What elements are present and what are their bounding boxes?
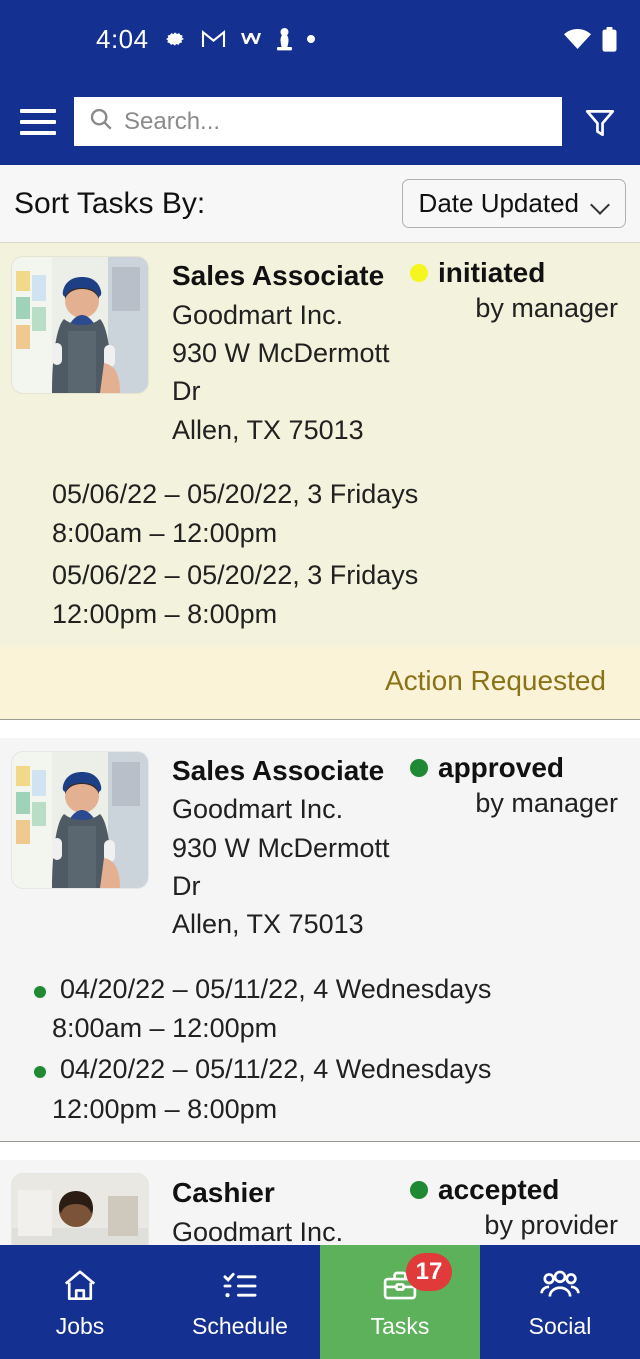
schedule-times: 8:00am – 12:00pm	[52, 518, 278, 549]
sort-label: Sort Tasks By:	[14, 186, 206, 220]
job-thumbnail	[12, 751, 148, 888]
task-card-header: Sales Associate Goodmart Inc. 930 W McDerm…	[0, 243, 640, 453]
action-requested-label: Action Requested	[384, 664, 606, 696]
schedule-dates: 05/06/22 – 05/20/22, 3 Fridays	[52, 559, 419, 590]
task-card-status: initiated by manager	[410, 257, 624, 449]
schedule-times: 8:00am – 12:00pm	[52, 1012, 278, 1043]
schedule-date-row: 05/06/22 – 05/20/22, 3 Fridays	[16, 556, 624, 595]
status-bar-clock: 4:04	[96, 23, 149, 54]
status-actor: by manager	[475, 293, 618, 323]
bottom-navigation: Jobs Schedule 17 Tasks Social	[0, 1245, 640, 1359]
job-title: Sales Associate	[172, 260, 385, 291]
hamburger-menu-icon[interactable]	[16, 98, 60, 146]
task-card-details: Sales Associate Goodmart Inc. 930 W McDerm…	[172, 257, 624, 449]
nav-label-social: Social	[528, 1312, 592, 1339]
tasks-badge: 17	[406, 1252, 452, 1291]
home-icon	[60, 1265, 100, 1307]
card-gap	[0, 719, 640, 738]
status-badge: accepted	[410, 1174, 624, 1206]
battery-icon	[601, 26, 618, 52]
nav-label-jobs: Jobs	[55, 1312, 105, 1339]
status-label: initiated	[438, 257, 546, 288]
search-input[interactable]	[124, 107, 548, 136]
address-line-1: 930 W McDermott Dr	[172, 832, 390, 901]
schedule-item: 04/20/22 – 05/11/22, 4 Wednesdays 8:00am …	[16, 970, 624, 1049]
schedule-date-row: 05/06/22 – 05/20/22, 3 Fridays	[16, 475, 624, 514]
job-title: Sales Associate	[172, 754, 385, 786]
schedule-times: 12:00pm – 8:00pm	[52, 599, 278, 630]
schedule-block: 04/20/22 – 05/11/22, 4 Wednesdays 8:00am …	[0, 948, 640, 1142]
task-list[interactable]: Sales Associate Goodmart Inc. 930 W McDerm…	[0, 243, 640, 1301]
filter-funnel-icon[interactable]	[576, 98, 624, 146]
task-card-left: Sales Associate Goodmart Inc. 930 W McDerm…	[172, 257, 402, 449]
organization-name: Goodmart Inc.	[172, 299, 344, 330]
card-gap	[0, 1142, 640, 1161]
schedule-item: 04/20/22 – 05/11/22, 4 Wednesdays 12:00pm…	[16, 1050, 624, 1129]
briefcase-icon: 17	[380, 1252, 452, 1307]
status-badge: approved	[410, 752, 624, 784]
gmail-icon	[201, 29, 226, 49]
status-dot-icon	[410, 264, 428, 282]
status-bar-right	[564, 26, 618, 52]
schedule-date-row: 04/20/22 – 05/11/22, 4 Wednesdays	[16, 970, 624, 1009]
schedule-date-row: 04/20/22 – 05/11/22, 4 Wednesdays	[16, 1050, 624, 1089]
nav-label-tasks: Tasks	[370, 1312, 430, 1339]
task-card[interactable]: Sales Associate Goodmart Inc. 930 W McDerm…	[0, 243, 640, 719]
schedule-dates: 05/06/22 – 05/20/22, 3 Fridays	[52, 478, 419, 509]
task-card[interactable]: Sales Associate Goodmart Inc. 930 W McDerm…	[0, 737, 640, 1142]
nav-item-schedule[interactable]: Schedule	[160, 1245, 320, 1359]
search-icon	[88, 106, 114, 137]
task-card-status: approved by manager	[410, 752, 624, 944]
wifi-icon	[564, 28, 591, 50]
address-line-1: 930 W McDermott Dr	[172, 337, 390, 407]
w-app-icon	[240, 31, 262, 47]
schedule-dates: 04/20/22 – 05/11/22, 4 Wednesdays	[60, 973, 492, 1004]
gear-icon	[163, 27, 187, 51]
people-group-icon	[539, 1265, 581, 1307]
nav-label-schedule: Schedule	[192, 1312, 288, 1339]
action-requested-band[interactable]: Action Requested	[0, 646, 640, 719]
chess-pawn-icon	[276, 27, 293, 51]
checklist-icon	[220, 1265, 260, 1307]
search-field[interactable]	[74, 97, 562, 146]
status-label: approved	[438, 751, 565, 783]
job-title: Cashier	[172, 1177, 275, 1209]
status-bar: 4:04	[0, 0, 640, 78]
status-actor: by provider	[484, 1210, 618, 1241]
task-card-header: Sales Associate Goodmart Inc. 930 W McDerm…	[0, 738, 640, 948]
status-bar-left: 4:04	[96, 24, 564, 55]
schedule-bullet-icon	[34, 1066, 46, 1079]
schedule-item: 05/06/22 – 05/20/22, 3 Fridays 8:00am – 1…	[16, 475, 624, 554]
nav-item-social[interactable]: Social	[480, 1245, 640, 1359]
organization-name: Goodmart Inc.	[172, 794, 344, 825]
status-dot-icon	[410, 1181, 428, 1200]
task-card-details: Sales Associate Goodmart Inc. 930 W McDerm…	[172, 752, 624, 944]
sort-bar: Sort Tasks By: Date Updated	[0, 165, 640, 243]
sort-dropdown[interactable]: Date Updated	[401, 179, 626, 228]
status-badge: initiated	[410, 257, 624, 289]
schedule-bullet-icon	[34, 985, 46, 998]
nav-item-jobs[interactable]: Jobs	[0, 1245, 160, 1359]
schedule-times: 12:00pm – 8:00pm	[52, 1093, 278, 1124]
status-dot-icon	[410, 758, 428, 777]
job-thumbnail	[12, 257, 148, 393]
schedule-item: 05/06/22 – 05/20/22, 3 Fridays 12:00pm – …	[16, 556, 624, 635]
address-line-2: Allen, TX 75013	[172, 414, 364, 445]
status-label: accepted	[438, 1174, 560, 1206]
address-line-2: Allen, TX 75013	[172, 909, 364, 940]
chevron-down-icon	[591, 198, 611, 210]
status-actor: by manager	[475, 787, 618, 818]
nav-item-tasks[interactable]: 17 Tasks	[320, 1245, 480, 1359]
task-card-left: Sales Associate Goodmart Inc. 930 W McDerm…	[172, 752, 402, 944]
app-bar	[0, 78, 640, 165]
schedule-dates: 04/20/22 – 05/11/22, 4 Wednesdays	[60, 1054, 492, 1085]
schedule-block: 05/06/22 – 05/20/22, 3 Fridays 8:00am – 1…	[0, 453, 640, 647]
dot-icon	[306, 35, 315, 43]
sort-dropdown-value: Date Updated	[418, 188, 579, 218]
